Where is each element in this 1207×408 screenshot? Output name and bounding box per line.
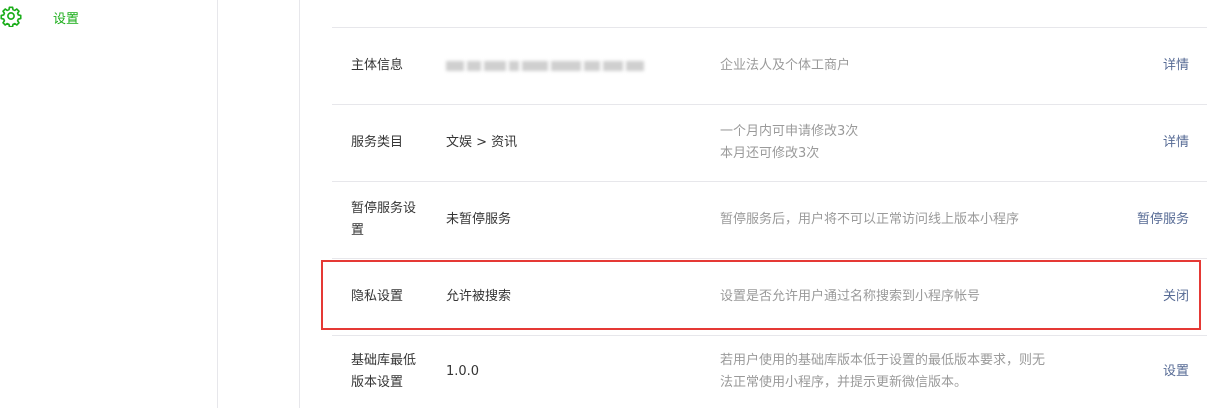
row-label-line: 暂停服务设 (351, 201, 417, 216)
details-link[interactable]: 详情 (1163, 105, 1189, 181)
gear-icon (0, 6, 22, 27)
row-value: 未暂停服务 (446, 212, 512, 227)
row-description: 若用户使用的基础库版本低于设置的最低版本要求，则无 法正常使用小程序，并提示更新… (720, 336, 1080, 408)
settings-row-service-category: 服务类目 文娱 > 资讯 一个月内可申请修改3次 本月还可修改3次 详情 (332, 105, 1207, 182)
row-description-line: 若用户使用的基础库版本低于设置的最低版本要求，则无 (720, 353, 1046, 368)
suspend-service-link[interactable]: 暂停服务 (1137, 182, 1189, 258)
row-label-line: 基础库最低 (351, 353, 417, 368)
close-link[interactable]: 关闭 (1163, 259, 1189, 335)
row-label-line: 版本设置 (351, 375, 404, 390)
settings-row-privacy: 隐私设置 允许被搜索 设置是否允许用户通过名称搜索到小程序帐号 关闭 (332, 259, 1207, 336)
settings-row-suspend-service: 暂停服务设 置 未暂停服务 暂停服务后，用户将不可以正常访问线上版本小程序 暂停… (332, 182, 1207, 259)
row-label: 暂停服务设 置 (351, 182, 431, 258)
row-description-line: 本月还可修改3次 (720, 146, 820, 161)
row-label: 隐私设置 (351, 289, 404, 304)
row-description: 设置是否允许用户通过名称搜索到小程序帐号 (720, 289, 981, 304)
row-description: 企业法人及个体工商户 (720, 58, 851, 73)
row-label-line: 置 (351, 223, 365, 238)
row-description-line: 一个月内可申请修改3次 (720, 124, 859, 139)
row-value: 允许被搜索 (446, 289, 512, 304)
settings-row-min-lib-version: 基础库最低 版本设置 1.0.0 若用户使用的基础库版本低于设置的最低版本要求，… (332, 336, 1207, 408)
settings-link[interactable]: 设置 (1163, 336, 1189, 408)
row-description: 暂停服务后，用户将不可以正常访问线上版本小程序 (720, 212, 1020, 227)
row-label: 服务类目 (351, 135, 404, 150)
sidebar-item-label: 设置 (53, 12, 80, 27)
content-gutter (218, 0, 300, 408)
row-label: 基础库最低 版本设置 (351, 336, 431, 408)
settings-row-entity-info: 主体信息 企业法人及个体工商户 详情 (332, 28, 1207, 105)
redacted-value (446, 28, 696, 104)
row-label: 主体信息 (351, 58, 404, 73)
row-value: 1.0.0 (446, 364, 480, 379)
details-link[interactable]: 详情 (1163, 28, 1189, 104)
row-description-line: 法正常使用小程序，并提示更新微信版本。 (720, 375, 968, 390)
row-description: 一个月内可申请修改3次 本月还可修改3次 (720, 105, 1080, 181)
sidebar: 设置 (0, 0, 218, 408)
settings-panel: 主体信息 企业法人及个体工商户 详情 服务类目 文娱 > 资讯 一个月内可申请修… (300, 0, 1207, 408)
row-value: 文娱 > 资讯 (446, 135, 518, 150)
